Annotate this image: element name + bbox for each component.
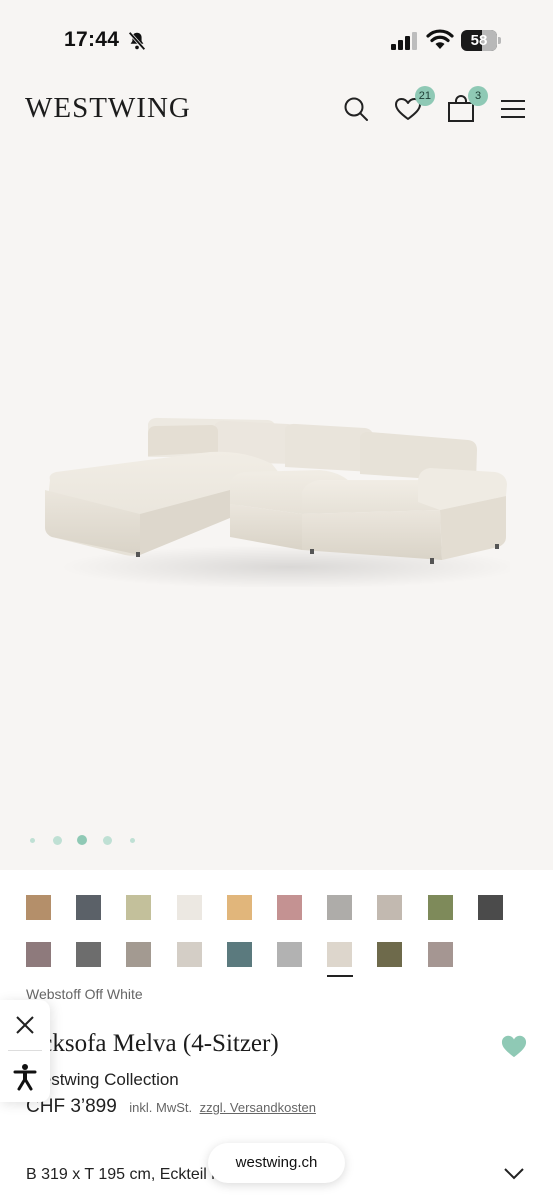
color-swatch[interactable] — [427, 942, 453, 967]
accessibility-widget — [0, 1000, 50, 1102]
chevron-down-icon[interactable] — [503, 1167, 525, 1181]
add-to-wishlist-heart-icon[interactable] — [500, 1033, 528, 1059]
color-swatch[interactable] — [477, 895, 503, 920]
selected-swatch-indicator — [327, 975, 354, 977]
search-button[interactable] — [341, 94, 371, 124]
cellular-signal-icon — [391, 32, 417, 50]
shipping-costs-link[interactable]: zzgl. Versandkosten — [200, 1100, 316, 1115]
status-bar: 17:44 58 — [0, 0, 553, 80]
color-swatch[interactable] — [76, 942, 102, 967]
product-title: Ecksofa Melva (4-Sitzer) — [26, 1030, 279, 1057]
cart-button[interactable]: 3 — [446, 86, 488, 124]
color-swatch[interactable] — [377, 942, 403, 967]
search-icon — [344, 97, 368, 121]
carousel-dots — [0, 834, 553, 846]
bell-slash-icon — [128, 31, 146, 51]
color-swatch[interactable] — [26, 895, 51, 920]
carousel-dot[interactable] — [52, 835, 62, 845]
status-time: 17:44 — [64, 28, 120, 51]
color-swatch[interactable] — [226, 942, 252, 967]
cart-count-badge: 3 — [468, 86, 488, 106]
close-icon[interactable] — [13, 1013, 37, 1037]
carousel-dot-active[interactable] — [77, 835, 87, 845]
color-swatch[interactable] — [176, 942, 202, 967]
carousel-dot[interactable] — [102, 835, 112, 845]
browser-url-pill[interactable]: westwing.ch — [208, 1143, 345, 1183]
color-swatch[interactable] — [226, 895, 252, 920]
color-swatch[interactable] — [26, 942, 51, 967]
site-header: WESTWING 21 3 — [0, 80, 553, 142]
wishlist-button[interactable]: 21 — [393, 86, 435, 124]
hamburger-menu-icon — [501, 100, 525, 118]
color-swatch-selected[interactable] — [327, 942, 353, 967]
color-swatch[interactable] — [277, 895, 302, 920]
sofa-product-image — [45, 417, 510, 587]
carousel-dot[interactable] — [29, 837, 35, 843]
selected-variant-label: Webstoff Off White — [26, 986, 143, 1002]
price-row: CHF 3’899 inkl. MwSt. zzgl. Versandkoste… — [26, 1096, 316, 1120]
accessibility-icon[interactable] — [13, 1063, 37, 1091]
product-image-gallery[interactable] — [0, 142, 553, 870]
color-swatch[interactable] — [126, 895, 152, 920]
color-swatch[interactable] — [377, 895, 403, 920]
widget-divider — [8, 1050, 42, 1051]
westwing-logo[interactable]: WESTWING — [25, 92, 191, 125]
battery-icon: 58 — [461, 30, 497, 51]
menu-button[interactable] — [498, 94, 528, 124]
wishlist-count-badge: 21 — [414, 86, 435, 106]
wifi-icon — [426, 29, 454, 49]
battery-level: 58 — [470, 32, 488, 49]
color-swatch[interactable] — [277, 942, 302, 967]
carousel-dot[interactable] — [129, 837, 135, 843]
color-swatch[interactable] — [427, 895, 453, 920]
battery-cap — [498, 37, 501, 44]
color-swatch[interactable] — [76, 895, 102, 920]
tax-note: inkl. MwSt. — [129, 1100, 193, 1115]
color-swatch[interactable] — [327, 895, 353, 920]
color-swatch[interactable] — [126, 942, 152, 967]
battery-indicator: 58 — [461, 30, 501, 51]
color-swatch[interactable] — [176, 895, 202, 920]
